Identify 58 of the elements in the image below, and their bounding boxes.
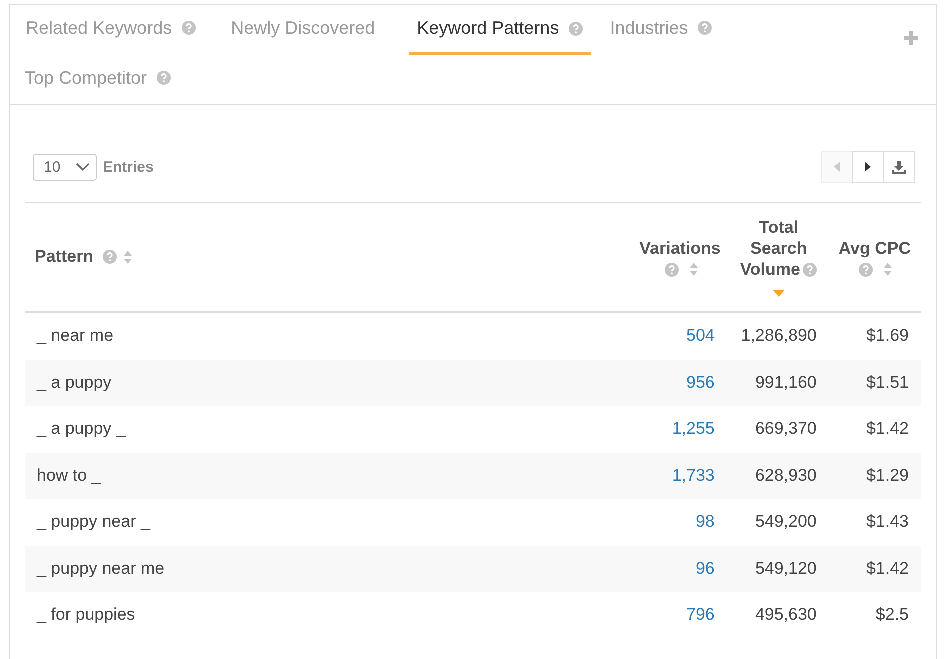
table-cell: _ puppy near me (37, 558, 165, 578)
next-page-button[interactable] (852, 151, 884, 183)
column-header[interactable]: Variations (640, 238, 721, 258)
table-cell: 549,200 (755, 512, 817, 532)
table-cell: 549,120 (755, 558, 817, 578)
table-cell: 669,370 (755, 419, 817, 438)
table-cell: how to _ (37, 466, 102, 485)
column-header[interactable]: Total Search Volume (738, 217, 819, 280)
triangle-left-icon (833, 162, 841, 172)
variations-link[interactable]: 98 (696, 512, 715, 532)
download-button[interactable] (883, 151, 915, 183)
triangle-right-icon (864, 162, 872, 172)
table-cell: 628,930 (755, 466, 817, 485)
table-cell: 1,286,890 (741, 326, 817, 346)
column-header[interactable]: Avg CPC (838, 238, 911, 258)
tab[interactable]: Industries (610, 18, 688, 38)
variations-link[interactable]: 1,255 (672, 419, 715, 438)
table-cell: $1.69 (866, 326, 909, 346)
table-cell: $2.5 (876, 605, 909, 624)
plus-icon (904, 31, 918, 45)
table-cell: $1.51 (866, 372, 909, 392)
table-cell: $1.42 (866, 558, 909, 578)
entries-label: Entries (103, 158, 154, 176)
column-header[interactable]: Pattern (35, 247, 94, 267)
table-cell: _ a puppy _ (37, 419, 126, 438)
tab[interactable]: Newly Discovered (231, 18, 376, 38)
variations-link[interactable]: 956 (686, 372, 715, 392)
help-icon[interactable] (664, 262, 679, 276)
sort-icon[interactable] (688, 262, 699, 276)
table-cell: _ puppy near _ (37, 512, 150, 532)
sort-icon[interactable] (883, 262, 894, 276)
download-icon (892, 160, 906, 174)
table-cell: $1.43 (866, 512, 909, 532)
table-cell: _ near me (37, 326, 114, 346)
help-icon[interactable] (803, 263, 818, 277)
table-cell: 991,160 (755, 372, 817, 392)
table-cell: $1.29 (866, 466, 909, 485)
help-icon[interactable] (569, 22, 584, 36)
help-icon[interactable] (182, 21, 196, 35)
tab[interactable]: Top Competitor (25, 68, 148, 88)
help-icon[interactable] (698, 21, 712, 35)
help-icon[interactable] (157, 71, 172, 85)
variations-link[interactable]: 96 (696, 558, 715, 578)
tab[interactable]: Related Keywords (26, 18, 172, 38)
table-cell: $1.42 (866, 419, 909, 438)
table-cell: _ for puppies (37, 605, 136, 624)
table-cell: 495,630 (755, 605, 817, 624)
chevron-down-icon (76, 163, 90, 171)
help-icon[interactable] (102, 250, 117, 264)
variations-link[interactable]: 504 (686, 326, 715, 346)
entries-select[interactable]: 10 (33, 154, 97, 180)
help-icon[interactable] (859, 262, 874, 276)
variations-link[interactable]: 796 (686, 605, 715, 624)
table-cell: _ a puppy (37, 372, 112, 392)
sort-icon[interactable] (122, 250, 133, 264)
sort-descending-icon[interactable] (772, 290, 785, 297)
tab[interactable]: Keyword Patterns (417, 18, 560, 39)
variations-link[interactable]: 1,733 (672, 466, 715, 485)
